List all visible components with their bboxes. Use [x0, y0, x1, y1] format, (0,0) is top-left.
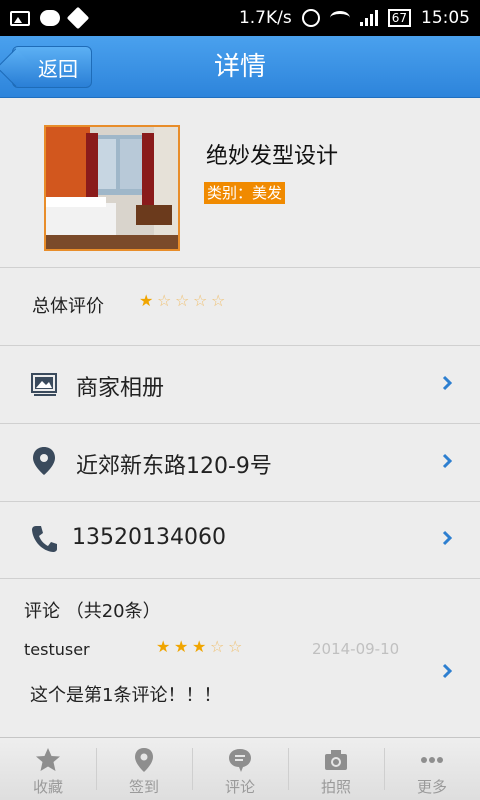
bottom-tab-bar: 收藏 签到 评论 拍照 更多: [0, 737, 480, 800]
star-filled-icon: ★: [156, 637, 171, 656]
photo-album-icon: [31, 373, 57, 396]
star-empty-icon: ☆: [210, 637, 225, 656]
wifi-icon: [329, 11, 350, 25]
tab-label: 评论: [224, 778, 255, 796]
album-label: 商家相册: [76, 376, 165, 401]
phone-number: 13520134060: [72, 525, 226, 550]
tab-label: 收藏: [32, 778, 63, 796]
alarm-icon: [301, 9, 320, 27]
battery-indicator: 67: [387, 9, 411, 27]
shop-info-section: 绝妙发型设计 类别：美发: [0, 98, 480, 268]
tab-comment[interactable]: 评论: [192, 738, 288, 800]
tab-favorite[interactable]: 收藏: [0, 738, 96, 800]
chevron-right-icon: [442, 663, 452, 679]
comments-section[interactable]: 评论 （共20条） testuser ★ ★ ★ ☆ ☆ 2014-09-10 这个是第…: [0, 579, 480, 737]
star-empty-icon: ☆: [193, 291, 208, 310]
location-pin-icon: [33, 447, 55, 475]
title-bar: 返回 详情: [0, 36, 480, 98]
star-filled-icon: ★: [174, 637, 189, 656]
status-bar: 1.7K/s 67 15:05: [0, 0, 480, 36]
star-empty-icon: ☆: [175, 291, 190, 310]
back-button[interactable]: 返回: [12, 46, 92, 88]
chevron-right-icon: [442, 530, 452, 546]
tab-checkin[interactable]: 签到: [96, 738, 192, 800]
overall-rating-section: 总体评价 ★ ☆ ☆ ☆ ☆: [0, 268, 480, 346]
more-icon: [421, 757, 443, 763]
message-notification-icon: [40, 10, 60, 26]
comment-text: 这个是第1条评论！！！: [30, 685, 222, 706]
camera-icon: [325, 750, 347, 770]
comment-rating-stars: ★ ★ ★ ☆ ☆: [156, 639, 244, 655]
signal-icon: [359, 10, 378, 26]
album-row[interactable]: 商家相册: [0, 346, 480, 424]
address-text: 近郊新东路120-9号: [76, 454, 272, 479]
star-empty-icon: ☆: [228, 637, 243, 656]
tab-label: 更多: [416, 778, 447, 796]
clock: 15:05: [421, 8, 470, 28]
phone-icon: [32, 526, 57, 552]
star-icon: [36, 748, 60, 771]
phone-row[interactable]: 13520134060: [0, 501, 480, 579]
gallery-notification-icon: [10, 10, 30, 26]
tab-more[interactable]: 更多: [384, 738, 480, 800]
comment-date: 2014-09-10: [312, 640, 400, 658]
chevron-right-icon: [442, 375, 452, 391]
star-empty-icon: ☆: [157, 291, 172, 310]
back-button-label: 返回: [38, 56, 78, 81]
overall-rating-label: 总体评价: [32, 296, 104, 317]
comments-title: 评论 （共20条）: [24, 601, 161, 622]
category-badge: 类别：美发: [204, 182, 286, 204]
shop-name: 绝妙发型设计: [206, 144, 339, 169]
tab-label: 签到: [128, 778, 159, 796]
tool-notification-icon: [66, 6, 90, 30]
chevron-right-icon: [442, 453, 452, 469]
shop-thumbnail[interactable]: [44, 125, 180, 251]
tab-label: 拍照: [320, 778, 351, 796]
star-filled-icon: ★: [139, 291, 154, 310]
tab-photo[interactable]: 拍照: [288, 738, 384, 800]
location-pin-icon: [135, 748, 153, 772]
star-filled-icon: ★: [192, 637, 207, 656]
network-speed: 1.7K/s: [238, 8, 292, 28]
address-row[interactable]: 近郊新东路120-9号: [0, 424, 480, 502]
comment-user: testuser: [24, 640, 90, 659]
overall-rating-stars: ★ ☆ ☆ ☆ ☆: [139, 293, 227, 309]
comment-icon: [229, 749, 251, 772]
star-empty-icon: ☆: [211, 291, 226, 310]
